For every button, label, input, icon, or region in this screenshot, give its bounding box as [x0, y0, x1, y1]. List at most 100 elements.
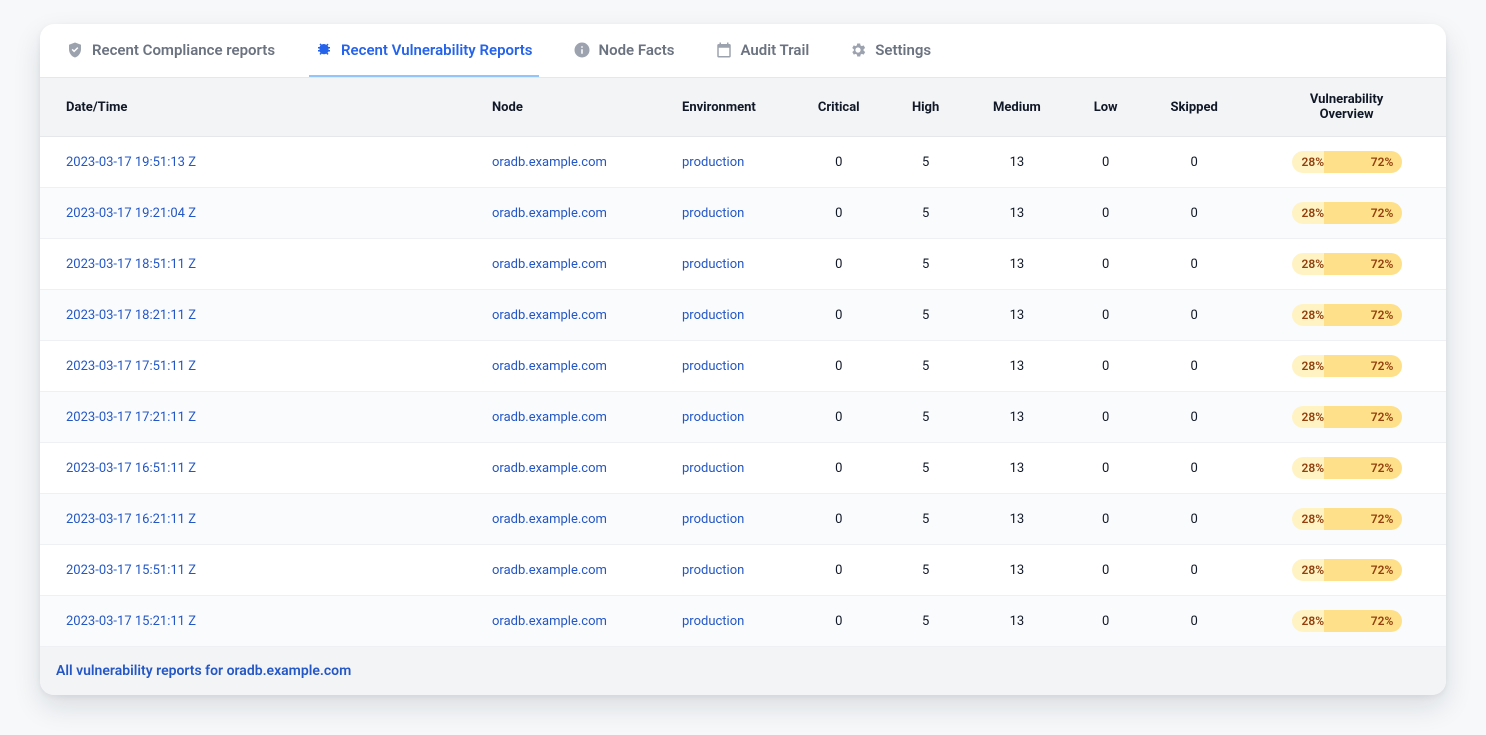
environment-link[interactable]: production — [682, 512, 744, 527]
cell-low: 0 — [1070, 392, 1141, 443]
cell-medium: 13 — [964, 392, 1070, 443]
node-link[interactable]: oradb.example.com — [492, 206, 607, 221]
cell-medium: 13 — [964, 341, 1070, 392]
node-link[interactable]: oradb.example.com — [492, 308, 607, 323]
datetime-link[interactable]: 2023-03-17 19:21:04 Z — [66, 206, 196, 221]
cell-critical: 0 — [790, 290, 888, 341]
cell-medium: 13 — [964, 290, 1070, 341]
th-datetime[interactable]: Date/Time — [40, 78, 480, 137]
datetime-link[interactable]: 2023-03-17 15:21:11 Z — [66, 614, 196, 629]
cell-medium: 13 — [964, 596, 1070, 647]
th-medium[interactable]: Medium — [964, 78, 1070, 137]
th-high[interactable]: High — [888, 78, 964, 137]
vulnerability-overview-pill: 28%72% — [1292, 304, 1402, 326]
table-row: 2023-03-17 16:21:11 Z oradb.example.com pr… — [40, 494, 1446, 545]
cell-skipped: 0 — [1141, 494, 1247, 545]
calendar-icon — [715, 41, 733, 59]
cell-high: 5 — [888, 494, 964, 545]
table-row: 2023-03-17 19:21:04 Z oradb.example.com pr… — [40, 188, 1446, 239]
datetime-link[interactable]: 2023-03-17 17:51:11 Z — [66, 359, 196, 374]
cell-critical: 0 — [790, 545, 888, 596]
pill-left: 28% — [1292, 610, 1325, 632]
cell-high: 5 — [888, 596, 964, 647]
datetime-link[interactable]: 2023-03-17 19:51:13 Z — [66, 155, 196, 170]
table-row: 2023-03-17 19:51:13 Z oradb.example.com pr… — [40, 137, 1446, 188]
environment-link[interactable]: production — [682, 614, 744, 629]
table-row: 2023-03-17 17:21:11 Z oradb.example.com pr… — [40, 392, 1446, 443]
pill-right: 72% — [1324, 253, 1401, 275]
node-link[interactable]: oradb.example.com — [492, 614, 607, 629]
tab-compliance-reports[interactable]: Recent Compliance reports — [60, 24, 281, 77]
all-reports-link[interactable]: All vulnerability reports for oradb.exam… — [56, 663, 351, 679]
table-row: 2023-03-17 15:21:11 Z oradb.example.com pr… — [40, 596, 1446, 647]
datetime-link[interactable]: 2023-03-17 17:21:11 Z — [66, 410, 196, 425]
datetime-link[interactable]: 2023-03-17 16:51:11 Z — [66, 461, 196, 476]
node-link[interactable]: oradb.example.com — [492, 359, 607, 374]
cell-low: 0 — [1070, 341, 1141, 392]
environment-link[interactable]: production — [682, 563, 744, 578]
environment-link[interactable]: production — [682, 410, 744, 425]
cell-skipped: 0 — [1141, 188, 1247, 239]
cell-skipped: 0 — [1141, 443, 1247, 494]
node-link[interactable]: oradb.example.com — [492, 512, 607, 527]
datetime-link[interactable]: 2023-03-17 18:51:11 Z — [66, 257, 196, 272]
vulnerability-table: Date/Time Node Environment Critical High… — [40, 78, 1446, 695]
table-header-row: Date/Time Node Environment Critical High… — [40, 78, 1446, 137]
node-link[interactable]: oradb.example.com — [492, 563, 607, 578]
pill-right: 72% — [1324, 457, 1401, 479]
cell-high: 5 — [888, 188, 964, 239]
pill-left: 28% — [1292, 253, 1325, 275]
datetime-link[interactable]: 2023-03-17 15:51:11 Z — [66, 563, 196, 578]
pill-left: 28% — [1292, 457, 1325, 479]
table-footer-row: All vulnerability reports for oradb.exam… — [40, 647, 1446, 696]
tab-vulnerability-reports[interactable]: Recent Vulnerability Reports — [309, 24, 538, 77]
pill-left: 28% — [1292, 151, 1325, 173]
cell-critical: 0 — [790, 341, 888, 392]
cell-high: 5 — [888, 137, 964, 188]
th-low[interactable]: Low — [1070, 78, 1141, 137]
th-vulnerability-overview[interactable]: Vulnerability Overview — [1247, 78, 1446, 137]
environment-link[interactable]: production — [682, 308, 744, 323]
cell-low: 0 — [1070, 239, 1141, 290]
environment-link[interactable]: production — [682, 461, 744, 476]
tab-settings[interactable]: Settings — [843, 24, 937, 77]
node-link[interactable]: oradb.example.com — [492, 155, 607, 170]
tab-audit-trail[interactable]: Audit Trail — [709, 24, 816, 77]
cell-critical: 0 — [790, 494, 888, 545]
datetime-link[interactable]: 2023-03-17 18:21:11 Z — [66, 308, 196, 323]
th-skipped[interactable]: Skipped — [1141, 78, 1247, 137]
table-row: 2023-03-17 15:51:11 Z oradb.example.com pr… — [40, 545, 1446, 596]
node-link[interactable]: oradb.example.com — [492, 461, 607, 476]
node-link[interactable]: oradb.example.com — [492, 410, 607, 425]
cell-medium: 13 — [964, 137, 1070, 188]
th-environment[interactable]: Environment — [670, 78, 790, 137]
vulnerability-overview-pill: 28%72% — [1292, 457, 1402, 479]
table-row: 2023-03-17 17:51:11 Z oradb.example.com pr… — [40, 341, 1446, 392]
vulnerability-overview-pill: 28%72% — [1292, 610, 1402, 632]
pill-left: 28% — [1292, 559, 1325, 581]
info-icon — [573, 41, 591, 59]
cell-skipped: 0 — [1141, 239, 1247, 290]
environment-link[interactable]: production — [682, 206, 744, 221]
datetime-link[interactable]: 2023-03-17 16:21:11 Z — [66, 512, 196, 527]
th-node[interactable]: Node — [480, 78, 670, 137]
table-row: 2023-03-17 16:51:11 Z oradb.example.com pr… — [40, 443, 1446, 494]
cell-low: 0 — [1070, 443, 1141, 494]
pill-right: 72% — [1324, 151, 1401, 173]
tab-node-facts[interactable]: Node Facts — [567, 24, 681, 77]
pill-left: 28% — [1292, 355, 1325, 377]
vulnerability-overview-pill: 28%72% — [1292, 202, 1402, 224]
tab-label: Audit Trail — [741, 41, 810, 59]
vulnerability-overview-pill: 28%72% — [1292, 559, 1402, 581]
environment-link[interactable]: production — [682, 257, 744, 272]
pill-left: 28% — [1292, 406, 1325, 428]
environment-link[interactable]: production — [682, 155, 744, 170]
pill-left: 28% — [1292, 202, 1325, 224]
environment-link[interactable]: production — [682, 359, 744, 374]
node-link[interactable]: oradb.example.com — [492, 257, 607, 272]
pill-right: 72% — [1324, 406, 1401, 428]
cell-low: 0 — [1070, 494, 1141, 545]
bug-icon — [315, 41, 333, 59]
pill-right: 72% — [1324, 508, 1401, 530]
th-critical[interactable]: Critical — [790, 78, 888, 137]
